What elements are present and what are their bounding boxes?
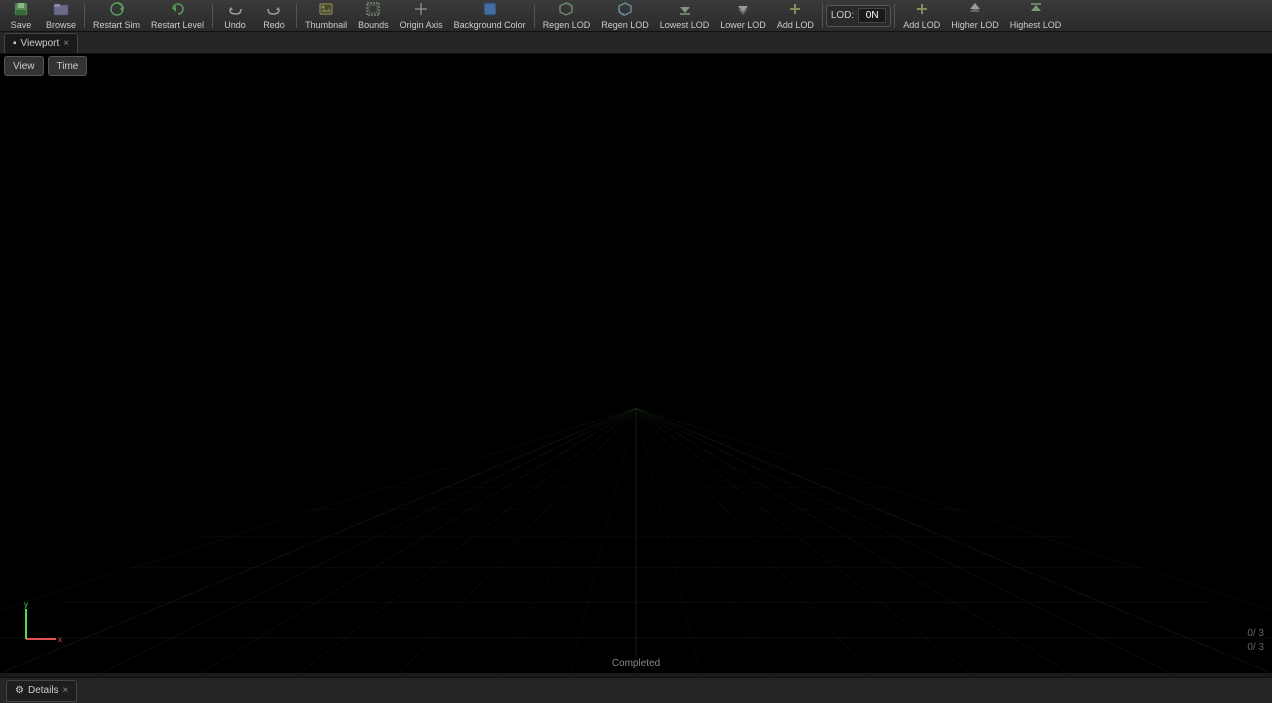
- thumbnail-label: Thumbnail: [305, 20, 347, 30]
- regen-lod2-button[interactable]: Regen LOD: [596, 1, 654, 31]
- lower-lod-label: Lower LOD: [720, 20, 766, 30]
- separator-2: [212, 4, 213, 28]
- separator-5: [822, 4, 823, 28]
- restart-sim-icon: [109, 1, 125, 19]
- save-icon: [13, 1, 29, 19]
- undo-button[interactable]: Undo: [216, 1, 254, 31]
- restart-level-icon: [170, 1, 186, 19]
- restart-sim-label: Restart Sim: [93, 20, 140, 30]
- separator-4: [534, 4, 535, 28]
- completed-status: Completed: [612, 658, 660, 669]
- details-tab-close[interactable]: ×: [63, 685, 69, 696]
- highest-lod-button[interactable]: Highest LOD: [1005, 1, 1067, 31]
- bottom-panel: ⚙ Details ×: [0, 677, 1272, 703]
- add-lod-label: Add LOD: [777, 20, 814, 30]
- bounds-icon: [365, 1, 381, 19]
- svg-text:y: y: [24, 600, 28, 609]
- coord-line1: 0/ 3: [1247, 627, 1264, 641]
- lod-label: LOD:: [831, 10, 854, 21]
- save-button[interactable]: Save: [2, 1, 40, 31]
- highest-lod-label: Highest LOD: [1010, 20, 1062, 30]
- origin-axis-icon: [413, 1, 429, 19]
- separator-3: [296, 4, 297, 28]
- origin-axis-label: Origin Axis: [400, 20, 443, 30]
- restart-level-label: Restart Level: [151, 20, 204, 30]
- background-color-label: Background Color: [454, 20, 526, 30]
- bounds-label: Bounds: [358, 20, 389, 30]
- background-color-button[interactable]: Background Color: [449, 1, 531, 31]
- browse-label: Browse: [46, 20, 76, 30]
- lod-input[interactable]: [858, 8, 886, 23]
- details-tab[interactable]: ⚙ Details ×: [6, 680, 77, 702]
- higher-lod-button[interactable]: Higher LOD: [946, 1, 1004, 31]
- restart-sim-button[interactable]: Restart Sim: [88, 1, 145, 31]
- viewport-tab-label: Viewport: [21, 38, 60, 49]
- coordinate-display: 0/ 3 0/ 3: [1247, 627, 1264, 655]
- separator-1: [84, 4, 85, 28]
- regen-lod2-icon: [617, 1, 633, 19]
- higher-lod-icon: [967, 1, 983, 19]
- view-bar: View Time: [4, 56, 87, 76]
- origin-axis-button[interactable]: Origin Axis: [395, 1, 448, 31]
- browse-button[interactable]: Browse: [41, 1, 81, 31]
- viewport-tab-icon: ▪: [13, 38, 17, 49]
- restart-level-button[interactable]: Restart Level: [146, 1, 209, 31]
- svg-text:x: x: [58, 635, 62, 644]
- details-tab-label: Details: [28, 685, 59, 696]
- save-label: Save: [11, 20, 32, 30]
- browse-icon: [53, 1, 69, 19]
- add-lod2-icon: [914, 1, 930, 19]
- toolbar: Save Browse Restart Sim Restart Level Un…: [0, 0, 1272, 32]
- regen-lod-icon: [558, 1, 574, 19]
- details-tab-icon: ⚙: [15, 685, 24, 696]
- thumbnail-button[interactable]: Thumbnail: [300, 1, 352, 31]
- time-button[interactable]: Time: [48, 56, 88, 76]
- bounds-button[interactable]: Bounds: [353, 1, 394, 31]
- add-lod2-label: Add LOD: [903, 20, 940, 30]
- undo-label: Undo: [224, 20, 246, 30]
- background-color-icon: [482, 1, 498, 19]
- lod-control: LOD:: [826, 5, 891, 27]
- add-lod-button[interactable]: Add LOD: [772, 1, 819, 31]
- separator-6: [894, 4, 895, 28]
- lowest-lod-button[interactable]: Lowest LOD: [655, 1, 715, 31]
- undo-icon: [227, 1, 243, 19]
- lowest-lod-label: Lowest LOD: [660, 20, 710, 30]
- viewport-tab-close[interactable]: ×: [63, 38, 69, 49]
- regen-lod2-label: Regen LOD: [601, 20, 649, 30]
- higher-lod-label: Higher LOD: [951, 20, 999, 30]
- viewport-tab[interactable]: ▪ Viewport ×: [4, 33, 78, 53]
- highest-lod-icon: [1028, 1, 1044, 19]
- lower-lod-button[interactable]: Lower LOD: [715, 1, 771, 31]
- redo-icon: [266, 1, 282, 19]
- axis-indicator: x y: [16, 599, 66, 649]
- lower-lod-icon: [735, 1, 751, 19]
- viewport-canvas[interactable]: x y Completed 0/ 3 0/ 3: [0, 54, 1272, 673]
- view-button[interactable]: View: [4, 56, 44, 76]
- regen-lod-button[interactable]: Regen LOD: [538, 1, 596, 31]
- perspective-grid: [0, 302, 1272, 673]
- regen-lod-label: Regen LOD: [543, 20, 591, 30]
- add-lod-icon: [787, 1, 803, 19]
- tab-bar: ▪ Viewport ×: [0, 32, 1272, 54]
- viewport-panel: View Time: [0, 54, 1272, 673]
- add-lod2-button[interactable]: Add LOD: [898, 1, 945, 31]
- thumbnail-icon: [318, 1, 334, 19]
- lowest-lod-icon: [677, 1, 693, 19]
- coord-line2: 0/ 3: [1247, 641, 1264, 655]
- redo-button[interactable]: Redo: [255, 1, 293, 31]
- redo-label: Redo: [263, 20, 285, 30]
